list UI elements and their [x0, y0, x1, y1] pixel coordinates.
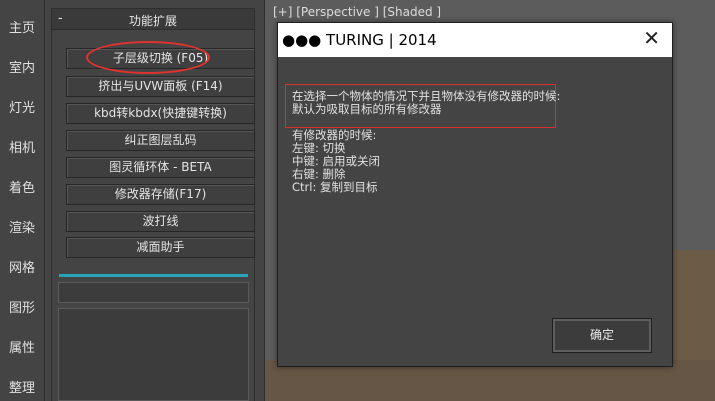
- text-input[interactable]: [58, 282, 249, 303]
- tab-home[interactable]: 主页: [0, 17, 44, 36]
- highlight-ellipse: [86, 41, 210, 74]
- command-tab-strip: 主页 室内 灯光 相机 着色 渲染 网格 图形 属性 整理: [0, 0, 44, 401]
- turing-dialog: ●●● TURING | 2014 ✕ 在选择一个物体的情况下并且物体没有修改器…: [277, 22, 673, 367]
- tab-camera[interactable]: 相机: [0, 137, 44, 156]
- tab-organize[interactable]: 整理: [0, 377, 44, 396]
- list-box[interactable]: [58, 308, 249, 401]
- fix-layer-encoding-button[interactable]: 纠正图层乱码: [66, 130, 255, 151]
- tab-interior[interactable]: 室内: [0, 57, 44, 76]
- tab-mesh[interactable]: 网格: [0, 257, 44, 276]
- rollout-title: 功能扩展: [128, 14, 177, 28]
- rollout-header[interactable]: - 功能扩展: [51, 8, 255, 30]
- accent-divider: [59, 274, 248, 277]
- tab-shading[interactable]: 着色: [0, 177, 44, 196]
- dialog-title: ●●● TURING | 2014: [282, 31, 437, 49]
- dialog-note-line: 在选择一个物体的情况下并且物体没有修改器的时候:: [292, 89, 561, 103]
- extrude-uvw-button[interactable]: 挤出与UVW面板 (F14): [66, 76, 255, 97]
- close-icon[interactable]: ✕: [643, 28, 660, 48]
- rollout-panel: - 功能扩展 子层级切换 (F05) 挤出与UVW面板 (F14) kbd转kb…: [44, 0, 262, 401]
- tab-properties[interactable]: 属性: [0, 337, 44, 356]
- tab-lights[interactable]: 灯光: [0, 97, 44, 116]
- dialog-help-line: Ctrl: 复制到目标: [292, 180, 378, 194]
- dialog-help-line: 有修改器的时候:: [292, 128, 377, 142]
- modifier-store-button[interactable]: 修改器存储(F17): [66, 184, 255, 205]
- dialog-help-line: 右键: 删除: [292, 167, 346, 181]
- dialog-note-line: 默认为吸取目标的所有修改器: [292, 102, 442, 116]
- ok-button[interactable]: 确定: [552, 318, 652, 353]
- kbd-convert-button[interactable]: kbd转kbdx(快捷键转换): [66, 103, 255, 124]
- reduce-faces-button[interactable]: 减面助手: [66, 237, 255, 258]
- wave-line-button[interactable]: 波打线: [66, 211, 255, 232]
- viewport-label[interactable]: [+] [Perspective ] [Shaded ]: [273, 5, 441, 19]
- dialog-help-line: 中键: 启用或关闭: [292, 154, 381, 168]
- dialog-titlebar[interactable]: ●●● TURING | 2014 ✕: [278, 23, 672, 57]
- dialog-help-line: 左键: 切换: [292, 141, 346, 155]
- tab-shapes[interactable]: 图形: [0, 297, 44, 316]
- tab-render[interactable]: 渲染: [0, 217, 44, 236]
- turing-loop-button[interactable]: 图灵循环体 - BETA: [66, 157, 255, 178]
